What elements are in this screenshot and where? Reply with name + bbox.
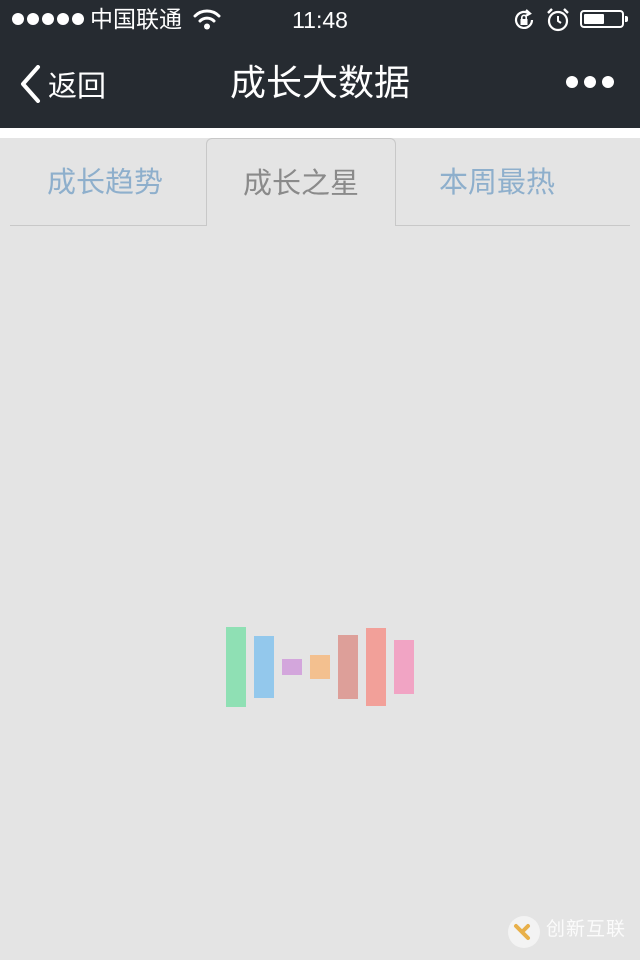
loading-bar bbox=[310, 655, 330, 679]
loading-bar bbox=[226, 627, 246, 707]
loading-bar bbox=[282, 659, 302, 675]
loading-bar bbox=[394, 640, 414, 694]
tab-growth-star[interactable]: 成长之星 bbox=[206, 138, 396, 226]
loading-bar bbox=[366, 628, 386, 706]
watermark: 创新互联 bbox=[504, 912, 636, 952]
watermark-text: 创新互联 bbox=[546, 918, 627, 940]
loading-bar bbox=[254, 636, 274, 698]
watermark-logo-icon bbox=[508, 916, 540, 948]
loading-bar bbox=[338, 635, 358, 699]
